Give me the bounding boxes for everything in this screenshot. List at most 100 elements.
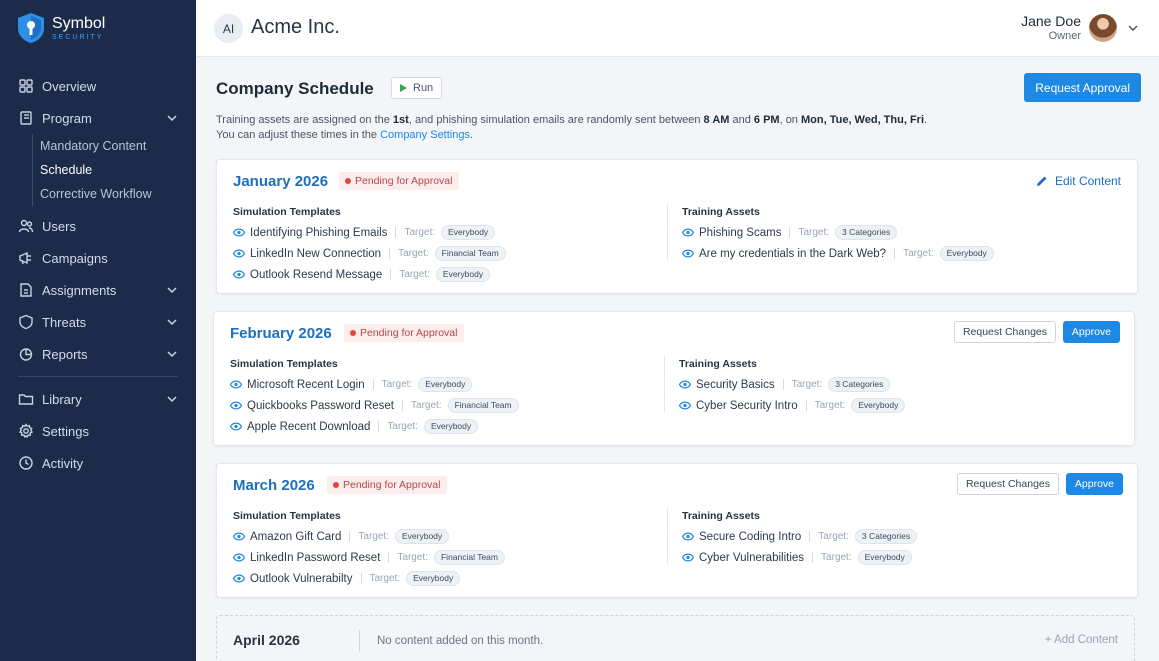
simulation-templates: Simulation Templates Identifying Phishin… [233,206,506,285]
column-heading: Simulation Templates [230,358,338,370]
shield-keyhole-icon [18,13,44,43]
avatar[interactable] [1089,14,1117,42]
request-changes-button[interactable]: Request Changes [953,321,1056,343]
chevron-down-icon[interactable] [166,348,178,360]
list-item[interactable]: Secure Coding Intro Target: 3 Categories [682,526,918,547]
target-tag: Everybody [418,377,473,392]
list-item[interactable]: Identifying Phishing Emails Target: Everyb… [233,222,506,243]
column-heading: Simulation Templates [233,510,341,522]
org-avatar[interactable]: AI [214,14,243,43]
sidebar-nav: Overview Program Mandatory Content Sched… [0,70,196,479]
eye-icon[interactable] [233,228,245,237]
sidebar-item-users[interactable]: Users [0,210,196,242]
gear-icon [18,423,34,438]
eye-icon[interactable] [233,553,245,562]
eye-icon[interactable] [233,574,245,583]
simulation-templates: Simulation Templates Amazon Gift Card Tar… [233,510,505,589]
sidebar-subitem-corrective-workflow[interactable]: Corrective Workflow [33,182,196,206]
chevron-down-icon[interactable] [166,284,178,296]
target-tag: Everybody [939,246,994,261]
eye-icon[interactable] [233,249,245,258]
sidebar-item-activity[interactable]: Activity [0,447,196,479]
sidebar-item-label: Users [42,218,76,234]
approve-button[interactable]: Approve [1062,321,1120,343]
status-badge: Pending for Approval [339,172,460,190]
run-label: Run [413,82,434,94]
list-item[interactable]: Amazon Gift Card Target: Everybody [233,526,505,547]
request-changes-button[interactable]: Request Changes [956,473,1059,495]
chevron-down-icon[interactable] [166,393,178,405]
training-assets: Training Assets Secure Coding Intro Targe… [682,510,918,568]
chevron-down-icon[interactable] [166,316,178,328]
sidebar-item-settings[interactable]: Settings [0,415,196,447]
list-item[interactable]: Quickbooks Password Reset Target: Financia… [230,395,519,416]
user-name: Jane Doe [1021,13,1081,30]
logo[interactable]: Symbol SECURITY [16,12,105,44]
sidebar-item-library[interactable]: Library [0,383,196,415]
user-menu[interactable]: Jane Doe Owner [1021,13,1139,42]
eye-icon[interactable] [233,270,245,279]
list-item[interactable]: Cyber Vulnerabilities Target: Everybody [682,547,917,568]
month-card-march: March 2026 Pending for Approval Request … [216,463,1138,598]
sidebar-item-program[interactable]: Program [0,102,196,134]
list-item[interactable]: Cyber Security Intro Target: Everybody [679,395,906,416]
eye-icon[interactable] [233,532,245,541]
chevron-down-icon[interactable] [166,112,178,124]
eye-icon[interactable] [230,380,242,389]
eye-icon[interactable] [682,553,694,562]
month-title: February 2026 [230,325,332,342]
target-tag: Everybody [406,571,461,586]
list-item[interactable]: Microsoft Recent Login Target: Everybody [230,374,519,395]
sidebar-subitem-schedule[interactable]: Schedule [33,158,196,182]
eye-icon[interactable] [682,228,694,237]
page-title: Company Schedule [216,79,374,98]
sidebar-item-assignments[interactable]: Assignments [0,274,196,306]
play-icon [400,84,407,92]
eye-icon[interactable] [230,422,242,431]
target-tag: Everybody [857,550,912,565]
target-tag: Financial Team [434,246,506,261]
pencil-icon [1036,176,1047,186]
run-button[interactable]: Run [391,77,443,99]
simulation-templates: Simulation Templates Microsoft Recent Lo… [230,358,519,437]
sidebar-item-label: Assignments [42,282,117,298]
company-settings-link[interactable]: Company Settings [380,129,470,141]
approve-button[interactable]: Approve [1065,473,1123,495]
divider [359,630,360,652]
status-badge: Pending for Approval [327,476,448,494]
list-item[interactable]: Outlook Vulnerabilty Target: Everybody [233,568,505,589]
edit-content-button[interactable]: Edit Content [1035,174,1121,188]
list-item[interactable]: Outlook Resend Message Target: Everybody [233,264,506,285]
eye-icon[interactable] [679,401,691,410]
sidebar-item-campaigns[interactable]: Campaigns [0,242,196,274]
eye-icon[interactable] [230,401,242,410]
list-item[interactable]: Security Basics Target: 3 Categories [679,374,905,395]
list-item[interactable]: Are my credentials in the Dark Web? Targe… [682,243,994,264]
request-approval-button[interactable]: Request Approval [1024,73,1141,102]
month-card-january: January 2026 Pending for Approval Edit C… [216,159,1138,294]
list-item[interactable]: LinkedIn Password Reset Target: Financial … [233,547,505,568]
list-item[interactable]: Apple Recent Download Target: Everybody [230,416,519,437]
eye-icon[interactable] [682,249,694,258]
month-card-april: April 2026 No content added on this mont… [216,615,1135,661]
logo-name: Symbol [52,14,106,32]
column-heading: Training Assets [682,510,760,522]
add-content-button[interactable]: + Add Content [1045,634,1118,646]
target-tag: 3 Categories [835,225,898,240]
sidebar-item-threats[interactable]: Threats [0,306,196,338]
target-tag: 3 Categories [828,377,891,392]
chevron-down-icon[interactable] [1127,22,1139,34]
month-title: April 2026 [233,632,300,648]
sidebar-item-label: Settings [42,423,89,439]
eye-icon[interactable] [682,532,694,541]
sidebar-item-overview[interactable]: Overview [0,70,196,102]
list-item[interactable]: Phishing Scams Target: 3 Categories [682,222,994,243]
target-tag: 3 Categories [854,529,918,544]
folder-icon [18,394,34,405]
training-assets: Training Assets Phishing Scams Target: 3 C… [682,206,994,264]
sidebar-item-label: Activity [42,455,84,471]
list-item[interactable]: LinkedIn New Connection Target: Financial … [233,243,506,264]
eye-icon[interactable] [679,380,691,389]
sidebar-item-reports[interactable]: Reports [0,338,196,370]
sidebar-subitem-mandatory-content[interactable]: Mandatory Content [33,134,196,158]
